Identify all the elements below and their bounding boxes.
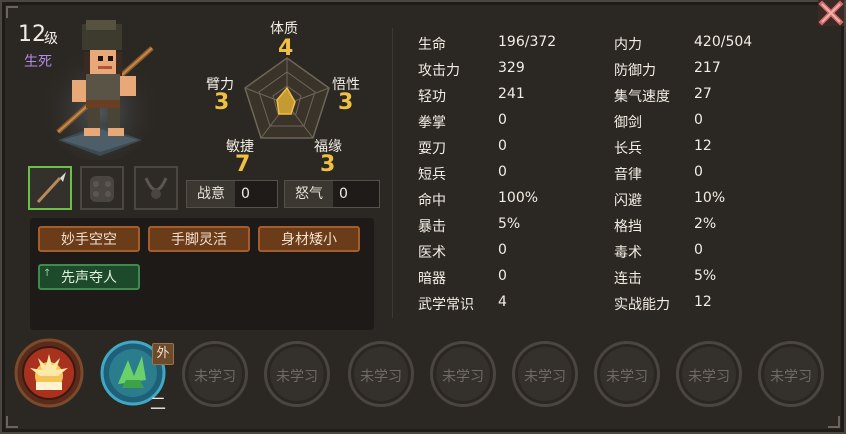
skill-slot-empty-label: 未学习 (524, 369, 566, 385)
stat-value: 100% (498, 190, 539, 206)
skill-slot-empty[interactable]: 未学习 (430, 341, 496, 407)
stat-value: 0 (498, 242, 507, 258)
stat-label: 耍刀 (418, 141, 446, 157)
skill-slot-empty[interactable]: 未学习 (676, 341, 742, 407)
stat-value: 2% (694, 216, 717, 232)
stat-value: 329 (498, 60, 525, 76)
attr-value-insight: 3 (338, 90, 354, 115)
stat-value: 0 (498, 164, 507, 180)
stat-value: 0 (498, 268, 507, 284)
rage-value: 0 (339, 186, 348, 202)
stat-label: 闪避 (614, 193, 642, 209)
stat-value: 5% (498, 216, 521, 232)
stat-value: 27 (694, 86, 712, 102)
stat-label: 集气速度 (614, 89, 670, 105)
skill-slot-empty-label: 未学习 (360, 369, 402, 385)
stat-label: 音律 (614, 167, 642, 183)
close-icon (818, 0, 844, 26)
frame-corner-decoration (6, 416, 18, 428)
equipment-slot-armor[interactable] (80, 166, 124, 210)
stat-label: 攻击力 (418, 63, 460, 79)
stat-label: 实战能力 (614, 297, 670, 313)
stat-value: 0 (498, 112, 507, 128)
special-trait-label: 先声夺人 (61, 270, 117, 286)
rage-label: 怒气 (285, 181, 333, 207)
stat-label: 短兵 (418, 167, 446, 183)
stat-value: 241 (498, 86, 525, 102)
trait-tag[interactable]: 身材矮小 (258, 226, 360, 252)
necklace-icon (144, 177, 168, 199)
skill-slot-empty-label: 未学习 (194, 369, 236, 385)
equipment-slot-accessory[interactable] (134, 166, 178, 210)
stat-value: 0 (694, 164, 703, 180)
skill-slot-empty[interactable]: 未学习 (512, 341, 578, 407)
skill-slot-learned-1[interactable] (14, 338, 84, 408)
stat-label: 武学常识 (418, 297, 474, 313)
stat-label: 内力 (614, 37, 642, 53)
battle-will-label: 战意 (187, 181, 235, 207)
attr-value-agility: 7 (235, 152, 251, 177)
trait-tag[interactable]: 妙手空空 (38, 226, 140, 252)
stat-value: 420/504 (694, 34, 753, 50)
spear-icon (36, 172, 66, 204)
skill-slot-empty-label: 未学习 (688, 369, 730, 385)
armor-icon (90, 176, 114, 202)
special-trait-tag[interactable]: ↑ 先声夺人 (38, 264, 140, 290)
stat-value: 0 (498, 138, 507, 154)
stat-label: 毒术 (614, 245, 642, 261)
stat-label: 御剑 (614, 115, 642, 131)
battle-will-field: 战意 0 (186, 180, 278, 208)
frame-corner-decoration (6, 6, 18, 18)
equipment-slot-weapon[interactable] (28, 166, 72, 210)
character-portrait (40, 10, 160, 162)
stat-label: 暗器 (418, 271, 446, 287)
skill-slot-empty[interactable]: 未学习 (348, 341, 414, 407)
battle-will-value: 0 (241, 186, 250, 202)
stat-label: 格挡 (614, 219, 642, 235)
stat-value: 0 (694, 242, 703, 258)
stat-label: 医术 (418, 245, 446, 261)
stat-value: 12 (694, 294, 712, 310)
stat-label: 命中 (418, 193, 446, 209)
stat-value: 217 (694, 60, 721, 76)
skill-slot-empty-label: 未学习 (606, 369, 648, 385)
skill-slot-empty-label: 未学习 (442, 369, 484, 385)
skill-slot-empty[interactable]: 未学习 (758, 341, 824, 407)
stat-label: 防御力 (614, 63, 656, 79)
skill-rank-label: 二 (150, 394, 167, 413)
stat-label: 轻功 (418, 89, 446, 105)
stat-value: 196/372 (498, 34, 557, 50)
panel-divider (392, 28, 393, 318)
close-button[interactable] (818, 0, 844, 26)
stat-value: 12 (694, 138, 712, 154)
stat-label: 暴击 (418, 219, 446, 235)
attribute-radar-chart (244, 57, 330, 139)
attr-value-strength: 3 (214, 90, 230, 115)
stat-label: 连击 (614, 271, 642, 287)
stat-value: 10% (694, 190, 726, 206)
stat-value: 0 (694, 112, 703, 128)
skill-slot-empty[interactable]: 未学习 (264, 341, 330, 407)
skill-type-badge: 外 (152, 343, 174, 365)
skill-slot-empty-label: 未学习 (770, 369, 812, 385)
frame-corner-decoration (828, 416, 840, 428)
stat-value: 4 (498, 294, 507, 310)
upgrade-arrow-icon: ↑ (43, 268, 52, 279)
stat-label: 生命 (418, 37, 446, 53)
skill-slot-empty-label: 未学习 (276, 369, 318, 385)
stat-value: 5% (694, 268, 717, 284)
skill-slot-empty[interactable]: 未学习 (594, 341, 660, 407)
palm-strike-icon (14, 338, 84, 408)
rage-field: 怒气 0 (284, 180, 380, 208)
stat-label: 长兵 (614, 141, 642, 157)
attr-label-physique: 体质 (270, 21, 298, 37)
attr-value-physique: 4 (278, 36, 294, 61)
trait-tag[interactable]: 手脚灵活 (148, 226, 250, 252)
stat-label: 拳掌 (418, 115, 446, 131)
skill-slot-empty[interactable]: 未学习 (182, 341, 248, 407)
attr-value-fortune: 3 (320, 152, 336, 177)
